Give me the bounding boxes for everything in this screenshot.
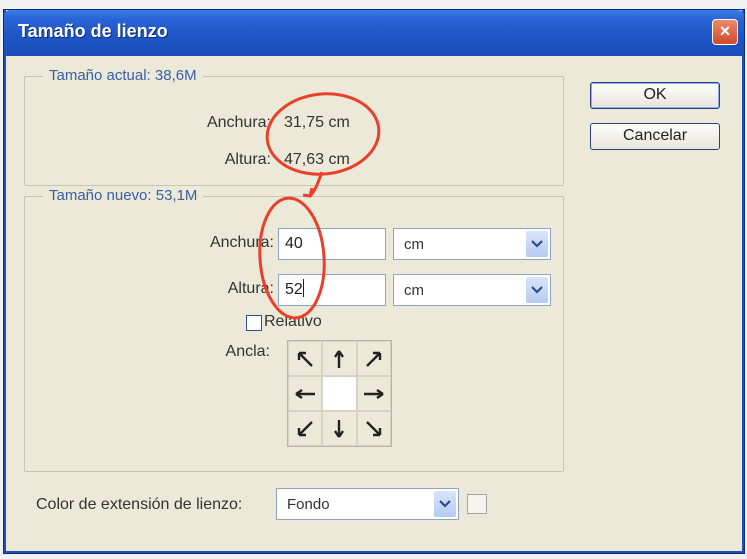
- new-width-label: Anchura:: [209, 234, 274, 251]
- arrow-s-icon: [334, 419, 345, 438]
- extension-color-label: Color de extensión de lienzo:: [36, 496, 243, 513]
- anchor-se[interactable]: [356, 411, 391, 446]
- new-width-value: 40: [285, 235, 303, 252]
- new-height-unit-select[interactable]: cm: [393, 274, 551, 306]
- text-caret: [302, 279, 304, 297]
- anchor-n[interactable]: [322, 341, 357, 376]
- chevron-down-icon[interactable]: [526, 231, 548, 257]
- ok-button-label: OK: [643, 86, 667, 103]
- current-width-label: Anchura:: [206, 114, 271, 131]
- arrow-e-icon: [363, 388, 384, 399]
- new-size-legend: Tamaño nuevo: 53,1M: [43, 187, 204, 204]
- chevron-down-icon[interactable]: [526, 277, 548, 303]
- new-height-value: 52: [285, 281, 303, 298]
- extension-color-swatch[interactable]: [467, 494, 487, 514]
- chevron-down-icon[interactable]: [434, 491, 456, 517]
- arrow-n-icon: [334, 349, 345, 368]
- new-width-unit-value: cm: [404, 236, 424, 253]
- current-height-value: 47,63 cm: [284, 151, 350, 168]
- current-width-value: 31,75 cm: [284, 114, 350, 131]
- anchor-w[interactable]: [288, 376, 323, 411]
- new-width-input[interactable]: 40: [278, 228, 386, 260]
- anchor-s[interactable]: [322, 411, 357, 446]
- anchor-center[interactable]: [322, 376, 357, 411]
- relative-checkbox[interactable]: [246, 315, 262, 331]
- ok-button[interactable]: OK: [590, 82, 720, 109]
- arrow-nw-icon: [297, 351, 314, 367]
- arrow-ne-icon: [365, 351, 382, 367]
- canvas-size-dialog: Tamaño de lienzo × Tamaño actual: 38,6M …: [4, 10, 744, 553]
- new-height-input[interactable]: 52: [278, 274, 386, 306]
- anchor-grid[interactable]: [287, 340, 392, 447]
- anchor-ne[interactable]: [356, 341, 391, 376]
- new-height-unit-value: cm: [404, 282, 424, 299]
- anchor-sw[interactable]: [288, 411, 323, 446]
- new-height-label: Altura:: [227, 280, 274, 297]
- cancel-button-label: Cancelar: [622, 127, 688, 144]
- arrow-se-icon: [365, 420, 382, 436]
- dialog-title: Tamaño de lienzo: [18, 21, 168, 41]
- title-bar[interactable]: Tamaño de lienzo ×: [4, 10, 744, 56]
- relative-label[interactable]: Relativo: [264, 313, 322, 331]
- cancel-button[interactable]: Cancelar: [590, 123, 720, 150]
- extension-color-value: Fondo: [287, 496, 330, 513]
- current-size-legend: Tamaño actual: 38,6M: [43, 67, 203, 84]
- anchor-label: Ancla:: [225, 343, 270, 360]
- anchor-e[interactable]: [356, 376, 391, 411]
- close-button[interactable]: ×: [712, 19, 738, 45]
- current-height-label: Altura:: [224, 151, 271, 168]
- arrow-w-icon: [295, 388, 316, 399]
- new-width-unit-select[interactable]: cm: [393, 228, 551, 260]
- anchor-nw[interactable]: [288, 341, 323, 376]
- arrow-sw-icon: [297, 420, 314, 436]
- extension-color-select[interactable]: Fondo: [276, 488, 459, 520]
- close-icon: ×: [719, 21, 731, 41]
